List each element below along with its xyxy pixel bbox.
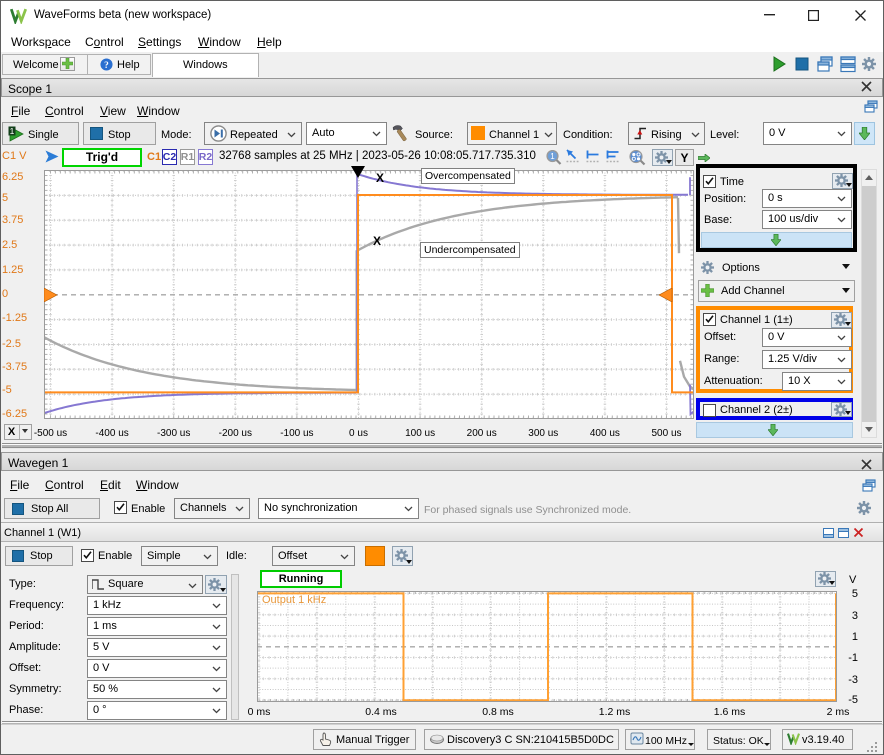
svg-text:?: ? xyxy=(104,61,109,71)
svg-text:1: 1 xyxy=(550,152,555,161)
svg-text:X: X xyxy=(376,171,384,185)
svg-text:1: 1 xyxy=(10,126,15,136)
svg-text:X: X xyxy=(373,234,381,248)
